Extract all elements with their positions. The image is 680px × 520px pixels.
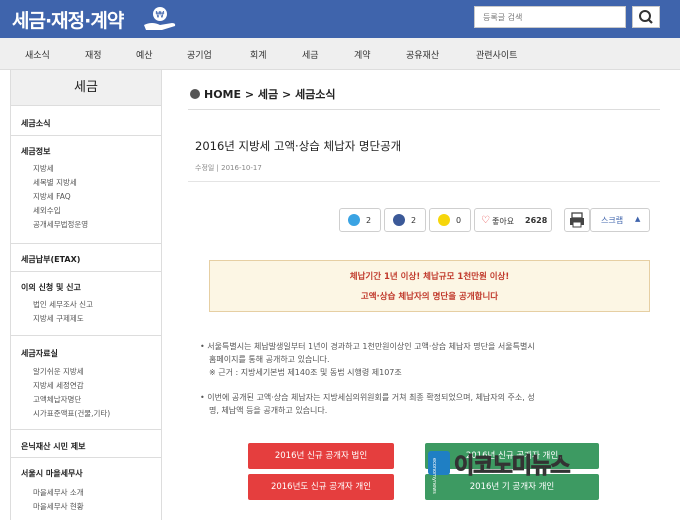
like-label: 좋아요 — [492, 217, 515, 226]
breadcrumb-level1[interactable]: 세금 — [258, 88, 278, 101]
sidebar-section-etax: 세금납부(ETAX) — [11, 244, 161, 272]
facebook-count: 2 — [411, 216, 417, 225]
main-nav: 새소식 재정 예산 공기업 회계 세금 계약 공유재산 관련사이트 — [0, 38, 680, 70]
sidebar-section-hidden-asset: 은닉재산 시민 제보 — [11, 430, 161, 458]
nav-item-public-enterprise[interactable]: 공기업 — [187, 48, 212, 61]
post-meta: 수정일 | 2016-10-17 — [195, 164, 262, 172]
kakao-share-button[interactable]: 0 — [429, 208, 471, 232]
like-count: 2628 — [525, 216, 548, 225]
search-icon — [639, 10, 653, 24]
like-button[interactable]: ♡ 좋아요 2628 — [474, 208, 552, 232]
notice-line1: 체납기간 1년 이상! 체납규모 1천만원 이상! — [349, 272, 510, 282]
sidebar-item-tax-news[interactable]: 세금소식 — [21, 118, 50, 129]
breadcrumb: HOME > 세금 > 세금소식 — [188, 86, 660, 110]
top-header: 세금·재정·계약 ₩ 등록글 검색 — [0, 0, 680, 38]
twitter-icon — [348, 214, 360, 226]
nav-item-accounting[interactable]: 회계 — [250, 48, 267, 61]
breadcrumb-separator: > — [244, 88, 258, 101]
twitter-count: 2 — [366, 216, 372, 225]
post-title: 2016년 지방세 고액·상습 체납자 명단공개 — [195, 139, 402, 153]
sidebar-title: 세금 — [11, 70, 161, 106]
sidebar-subitem[interactable]: 알기쉬운 지방세 — [33, 366, 84, 377]
sidebar-section-appeal: 이의 신청 및 신고 법인 세무조사 신고 지방세 구제제도 — [11, 272, 161, 336]
notice-box: 체납기간 1년 이상! 체납규모 1천만원 이상! 고액·상습 체납자의 명단을… — [209, 260, 650, 312]
sidebar-subitem[interactable]: 마을세무사 소개 — [33, 487, 84, 498]
sidebar-subitem[interactable]: 세목별 지방세 — [33, 177, 77, 188]
body-paragraph-1: • 서울특별시는 체납발생일부터 1년이 경과하고 1천만원이상인 고액·상습 … — [200, 340, 535, 379]
print-button[interactable] — [564, 208, 590, 232]
breadcrumb-path: HOME > 세금 > 세금소식 — [204, 86, 336, 102]
breadcrumb-level2[interactable]: 세금소식 — [295, 88, 335, 101]
sidebar-section-archive: 세금자료실 알기쉬운 지방세 지방세 세정연감 고액체납자명단 시가표준액표(건… — [11, 336, 161, 430]
nav-item-public-property[interactable]: 공유재산 — [406, 48, 439, 61]
body-paragraph-2: • 이번에 공개된 고액·상습 체납자는 지방세심의위원회를 거쳐 최종 확정되… — [200, 391, 535, 417]
sidebar-section-tax-info: 세금정보 지방세 세목별 지방세 지방세 FAQ 세외수입 공개세무법정운영 — [11, 136, 161, 244]
sidebar-subitem[interactable]: 지방세 — [33, 163, 54, 174]
watermark-text: 이코노미뉴스 — [453, 454, 570, 480]
scrap-button[interactable]: 스크랩 ▲ — [590, 208, 650, 232]
sidebar-section-village-tax: 서울시 마을세무사 마을세무사 소개 마을세무사 현황 — [11, 458, 161, 520]
kakao-icon — [438, 214, 450, 226]
facebook-share-button[interactable]: 2 — [384, 208, 426, 232]
sidebar-subitem[interactable]: 지방세 세정연감 — [33, 380, 84, 391]
sidebar-subitem[interactable]: 법인 세무조사 신고 — [33, 299, 93, 310]
home-icon — [190, 89, 200, 99]
nav-item-related-sites[interactable]: 관련사이트 — [476, 48, 517, 61]
breadcrumb-home[interactable]: HOME — [204, 88, 241, 101]
sidebar-subitem[interactable]: 지방세 FAQ — [33, 191, 71, 202]
breadcrumb-separator: > — [282, 88, 296, 101]
kakao-count: 0 — [456, 216, 462, 225]
sidebar-section-tax-news: 세금소식 — [11, 106, 161, 136]
sidebar-item-archive[interactable]: 세금자료실 — [21, 348, 58, 359]
sidebar-item-etax[interactable]: 세금납부(ETAX) — [21, 254, 80, 265]
nav-item-tax[interactable]: 세금 — [302, 48, 319, 61]
scrap-label: 스크랩 — [601, 216, 624, 225]
nav-item-finance[interactable]: 재정 — [85, 48, 102, 61]
bullet-text: 명, 체납액 등을 공개하고 있습니다. — [209, 406, 328, 415]
watermark: economynews 이코노미뉴스 — [428, 448, 638, 494]
notice-line2: 고액·상습 체납자의 명단을 공개합니다 — [360, 292, 499, 302]
sidebar-item-appeal[interactable]: 이의 신청 및 신고 — [21, 282, 81, 293]
sidebar-subitem[interactable]: 세외수입 — [33, 205, 61, 216]
sidebar: 세금 세금소식 세금정보 지방세 세목별 지방세 지방세 FAQ 세외수입 공개… — [10, 70, 162, 520]
divider — [188, 181, 660, 182]
print-icon — [570, 212, 584, 228]
nav-item-contract[interactable]: 계약 — [354, 48, 371, 61]
chevron-up-icon: ▲ — [635, 215, 641, 223]
nav-item-budget[interactable]: 예산 — [136, 48, 153, 61]
sidebar-item-village-tax[interactable]: 서울시 마을세무사 — [21, 468, 83, 479]
search-button[interactable] — [632, 6, 660, 28]
nav-item-news[interactable]: 새소식 — [25, 48, 50, 61]
sidebar-subitem[interactable]: 고액체납자명단 — [33, 394, 81, 405]
bullet-text: • 서울특별시는 체납발생일부터 1년이 경과하고 1천만원이상인 고액·상습 … — [200, 342, 535, 351]
sidebar-item-hidden-asset[interactable]: 은닉재산 시민 제보 — [21, 441, 85, 452]
bullet-text: • 이번에 공개된 고액·상습 체납자는 지방세심의위원회를 거쳐 최종 확정되… — [200, 393, 535, 402]
svg-text:₩: ₩ — [156, 11, 165, 21]
sidebar-subitem[interactable]: 시가표준액표(건물,기타) — [33, 408, 110, 419]
heart-icon: ♡ — [481, 215, 490, 226]
sidebar-subitem[interactable]: 지방세 구제제도 — [33, 313, 84, 324]
search-input[interactable]: 등록글 검색 — [474, 6, 626, 28]
site-logo[interactable]: 세금·재정·계약 — [12, 6, 124, 33]
facebook-icon — [393, 214, 405, 226]
new-disclosure-corp-button[interactable]: 2016년 신규 공개자 법인 — [248, 443, 394, 469]
sidebar-item-tax-info[interactable]: 세금정보 — [21, 146, 50, 157]
twitter-share-button[interactable]: 2 — [339, 208, 381, 232]
bullet-text: 홈페이지를 통해 공개하고 있습니다. — [209, 355, 330, 364]
watermark-sub: economynews — [431, 458, 437, 494]
new-disclosure-individual-2-button[interactable]: 2016년도 신규 공개자 개인 — [248, 474, 394, 500]
bullet-note: ※ 근거 : 지방세기본법 제140조 및 동법 시행령 제107조 — [209, 368, 402, 377]
sidebar-subitem[interactable]: 마을세무사 현황 — [33, 501, 84, 512]
sidebar-subitem[interactable]: 공개세무법정운영 — [33, 219, 88, 230]
coin-hand-icon: ₩ — [144, 7, 176, 30]
